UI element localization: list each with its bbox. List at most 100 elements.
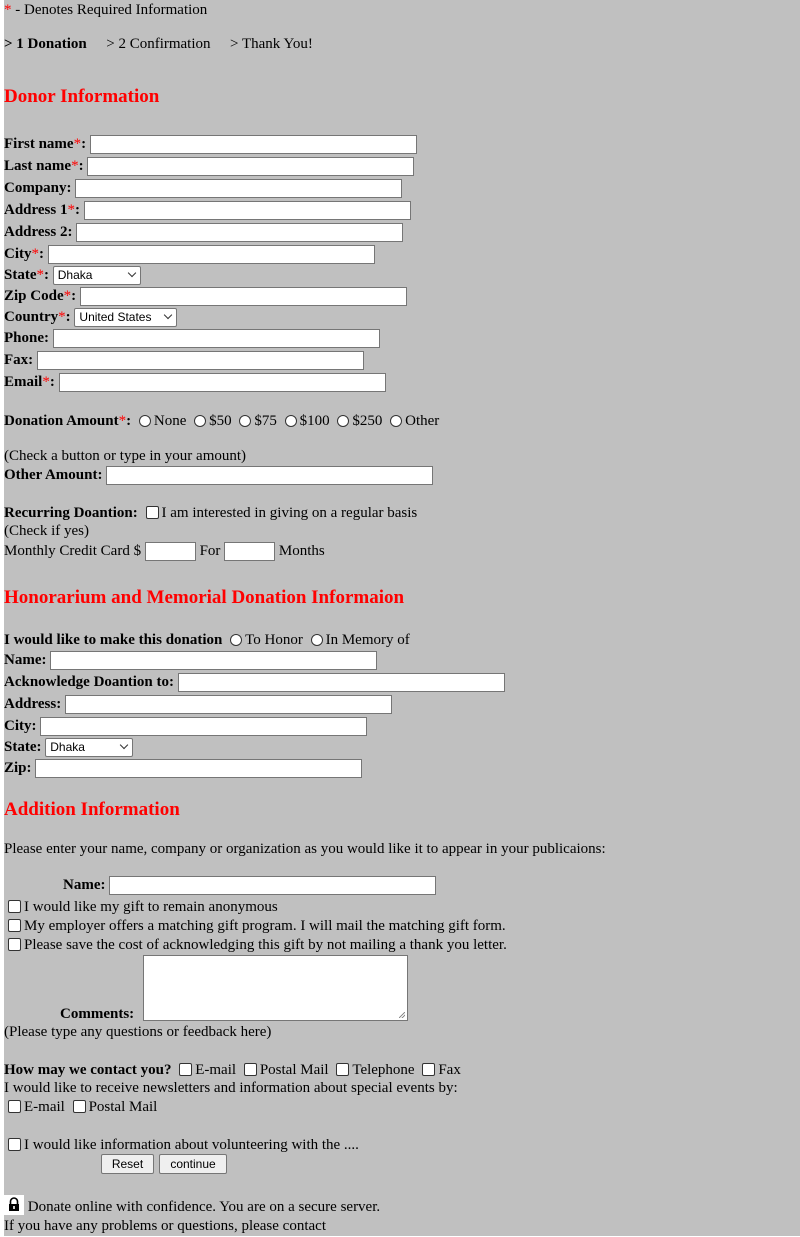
volunteer-label: I would like information about volunteer… <box>24 1137 359 1153</box>
fax-input[interactable] <box>36 351 364 371</box>
monthly-label: Monthly Credit Card $ <box>4 543 142 559</box>
donation-option-label: $50 <box>209 413 232 429</box>
donation-form-page: * - Denotes Required Information > 1 Don… <box>4 0 800 1236</box>
secure-notice-text: Donate online with confidence. You are o… <box>27 1199 381 1215</box>
company-label: Company: <box>4 180 72 196</box>
acknowledge-input[interactable] <box>177 673 505 693</box>
donation-amount-label: Donation Amount <box>4 413 119 429</box>
donation-radio-100[interactable] <box>284 414 297 427</box>
last-name-label: Last name <box>4 158 72 174</box>
donation-radio-none[interactable] <box>138 414 151 427</box>
honor-prompt: I would like to make this donation <box>4 632 223 648</box>
donation-radio-other[interactable] <box>390 414 403 427</box>
email-input[interactable] <box>58 373 386 393</box>
fax-row: Fax: <box>4 349 364 371</box>
honor-address-input[interactable] <box>64 695 392 715</box>
donation-radio-75[interactable] <box>239 414 252 427</box>
recurring-label: Recurring Doantion: <box>4 505 138 521</box>
phone-label: Phone: <box>4 330 49 346</box>
email-row: Email*: <box>4 371 386 393</box>
volunteer-checkbox[interactable] <box>8 1138 21 1152</box>
email-label: Email <box>4 374 43 390</box>
honor-name-label: Name: <box>4 652 47 668</box>
other-amount-input[interactable] <box>106 466 434 486</box>
honor-state-select[interactable]: Dhaka <box>45 738 134 758</box>
contact-label: How may we contact you? <box>4 1062 172 1078</box>
honor-state-value: Dhaka <box>50 740 85 755</box>
donation-radio-250[interactable] <box>337 414 350 427</box>
honor-address-label: Address: <box>4 696 62 712</box>
lock-icon <box>4 1194 24 1215</box>
publication-name-input[interactable] <box>109 876 437 896</box>
city-input[interactable] <box>47 245 375 265</box>
phone-row: Phone: <box>4 327 380 349</box>
in-memory-radio[interactable] <box>310 633 323 646</box>
matching-gift-checkbox[interactable] <box>8 919 21 933</box>
newsletter-row: E-mail Postal Mail <box>4 1096 157 1118</box>
honorarium-heading: Honorarium and Memorial Donation Informa… <box>4 587 405 608</box>
state-select[interactable]: Dhaka <box>52 266 141 286</box>
honor-zip-input[interactable] <box>35 759 363 779</box>
country-select-value: United States <box>79 310 152 325</box>
last-name-input[interactable] <box>87 157 415 177</box>
publication-name-label: Name: <box>63 877 106 893</box>
donation-option-label: None <box>153 413 187 429</box>
honor-zip-label: Zip: <box>4 760 32 776</box>
step-breadcrumb: > 1 Donation > 2 Confirmation > Thank Yo… <box>4 33 313 55</box>
honor-state-row: State: Dhaka <box>4 736 134 758</box>
step-donation: > 1 Donation <box>4 36 87 52</box>
contact-option-label: Fax <box>438 1062 461 1078</box>
newsletter-postal-checkbox[interactable] <box>72 1100 86 1114</box>
first-name-input[interactable] <box>89 135 417 155</box>
contact-option-label: E-mail <box>195 1062 237 1078</box>
resize-grip-icon[interactable] <box>399 1012 405 1018</box>
required-asterisk: * <box>67 202 76 218</box>
comments-textarea[interactable] <box>143 955 408 1021</box>
continue-button[interactable]: continue <box>159 1154 227 1174</box>
anonymous-checkbox[interactable] <box>8 900 21 914</box>
country-select[interactable]: United States <box>74 308 178 328</box>
honor-state-label: State: <box>4 739 42 755</box>
acknowledge-row: Acknowledge Doantion to: <box>4 671 505 693</box>
to-honor-radio[interactable] <box>230 633 243 646</box>
monthly-amount-input[interactable] <box>144 542 196 562</box>
company-input[interactable] <box>75 179 403 199</box>
donation-radio-50[interactable] <box>194 414 207 427</box>
honor-name-input[interactable] <box>50 651 378 671</box>
contact-email-checkbox[interactable] <box>179 1063 193 1077</box>
zip-row: Zip Code*: <box>4 285 407 307</box>
address1-row: Address 1*: <box>4 199 411 221</box>
state-row: State*: Dhaka <box>4 264 141 286</box>
problems-text: If you have any problems or questions, p… <box>4 1218 326 1234</box>
required-asterisk: * <box>31 246 40 262</box>
contact-postal-checkbox[interactable] <box>243 1063 257 1077</box>
contact-fax-checkbox[interactable] <box>422 1063 436 1077</box>
no-thank-you-checkbox[interactable] <box>8 938 21 952</box>
address1-label: Address 1 <box>4 202 68 218</box>
reset-button[interactable]: Reset <box>101 1154 154 1174</box>
months-input[interactable] <box>224 542 276 562</box>
additional-info-heading: Addition Information <box>4 799 180 820</box>
zip-input[interactable] <box>79 287 407 307</box>
contact-telephone-checkbox[interactable] <box>336 1063 350 1077</box>
newsletter-option-label: E-mail <box>24 1099 65 1115</box>
publication-name-row: Name: <box>63 874 437 896</box>
required-asterisk: * <box>63 288 72 304</box>
phone-input[interactable] <box>52 329 380 349</box>
country-row: Country*: United States <box>4 306 178 328</box>
honor-city-input[interactable] <box>40 717 368 737</box>
donor-info-heading: Donor Information <box>4 86 160 107</box>
comments-label-text: Comments: <box>60 1006 135 1022</box>
city-label: City <box>4 246 32 262</box>
newsletter-email-checkbox[interactable] <box>8 1100 21 1114</box>
contact-option-label: Telephone <box>352 1062 415 1078</box>
recurring-checkbox[interactable] <box>145 506 159 520</box>
city-row: City*: <box>4 243 375 265</box>
monthly-row: Monthly Credit Card $ For Months <box>4 540 325 562</box>
required-asterisk: * <box>4 2 12 18</box>
address2-input[interactable] <box>76 223 404 243</box>
in-memory-label: In Memory of <box>325 632 410 648</box>
state-label: State <box>4 267 37 283</box>
form-buttons: Reset continue <box>4 1154 404 1176</box>
address1-input[interactable] <box>83 201 411 221</box>
